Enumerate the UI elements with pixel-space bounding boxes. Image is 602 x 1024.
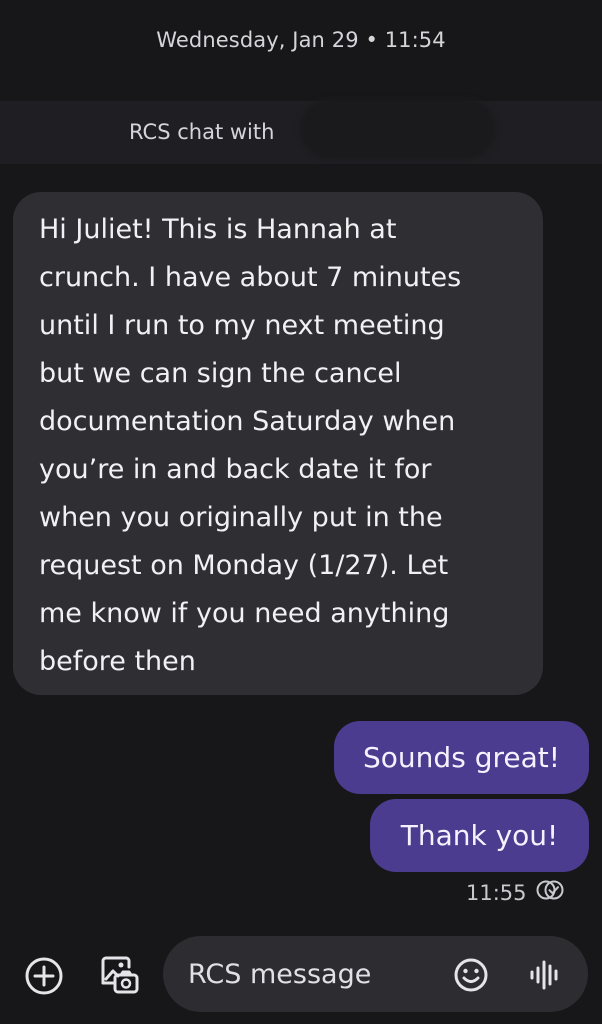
redacted-contact-name <box>300 99 496 159</box>
date-header: Wednesday, Jan 29 • 11:54 <box>156 28 446 52</box>
message-line: you’re in and back date it for <box>39 454 432 485</box>
message-timestamp: 11:55 <box>466 880 527 905</box>
incoming-message-bubble[interactable]: Hi Juliet! This is Hannah at crunch. I h… <box>13 192 543 695</box>
outgoing-message-text: Sounds great! <box>363 741 560 774</box>
message-input[interactable] <box>188 936 438 1012</box>
message-line: crunch. I have about 7 minutes <box>39 262 462 293</box>
message-line: me know if you need anything <box>39 598 450 629</box>
emoji-icon[interactable] <box>451 955 491 995</box>
message-composer <box>163 936 588 1012</box>
voice-icon[interactable] <box>527 955 563 995</box>
message-line: before then <box>39 646 196 677</box>
outgoing-message-text: Thank you! <box>400 819 559 852</box>
message-line: until I run to my next meeting <box>39 310 445 341</box>
message-line: Hi Juliet! This is Hannah at <box>39 214 397 245</box>
gallery-icon[interactable] <box>96 952 142 998</box>
read-receipt-icon <box>535 879 565 906</box>
message-line: documentation Saturday when <box>39 406 456 437</box>
outgoing-message-bubble[interactable]: Sounds great! <box>334 721 589 794</box>
message-meta: 11:55 <box>466 879 565 906</box>
rcs-banner-label: RCS chat with <box>129 120 275 144</box>
message-line: when you originally put in the <box>39 502 443 533</box>
message-line: but we can sign the cancel <box>39 358 402 389</box>
conversation-screen: Wednesday, Jan 29 • 11:54 RCS chat with … <box>0 0 602 1024</box>
outgoing-message-bubble[interactable]: Thank you! <box>370 799 589 872</box>
add-icon[interactable] <box>22 954 66 998</box>
message-line: request on Monday (1/27). Let <box>39 550 449 581</box>
